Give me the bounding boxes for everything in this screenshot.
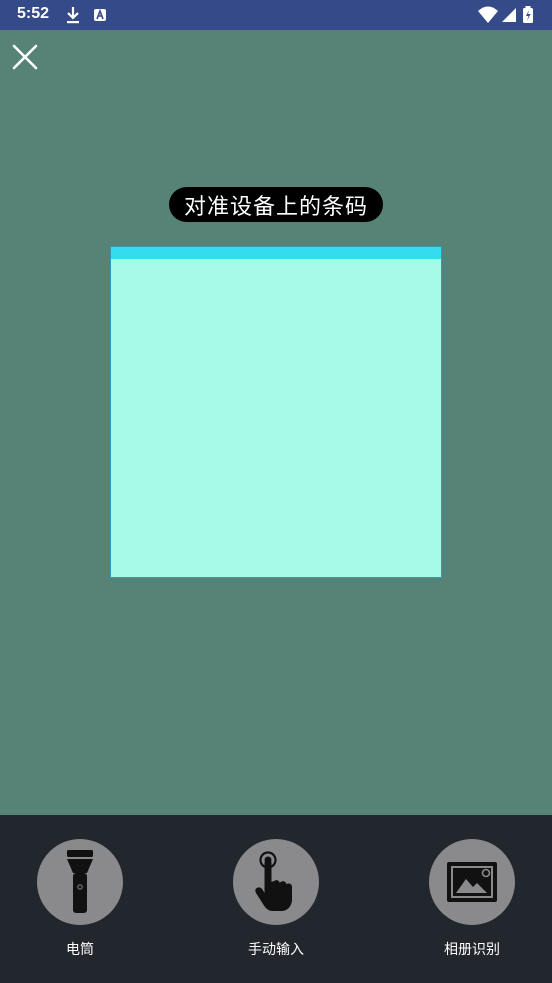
manual-input-circle — [233, 839, 319, 925]
bottom-action-bar: 电筒 手动输入 相册识别 — [0, 815, 552, 983]
close-icon — [12, 44, 38, 70]
a-notification-icon — [94, 8, 106, 21]
scan-hint: 对准设备上的条码 — [169, 187, 383, 222]
manual-input-label: 手动输入 — [248, 942, 304, 958]
album-recognition-button[interactable]: 相册识别 — [412, 839, 532, 959]
battery-charging-icon — [523, 6, 533, 23]
scan-line — [111, 247, 441, 259]
flashlight-icon — [67, 850, 93, 913]
flashlight-label: 电筒 — [66, 942, 94, 958]
touch-hand-icon — [255, 851, 292, 911]
wifi-icon — [478, 6, 498, 23]
scan-hint-text: 对准设备上的条码 — [183, 194, 368, 220]
close-button[interactable] — [8, 40, 42, 74]
status-time: 5:52 — [17, 5, 50, 22]
signal-icon — [502, 8, 516, 22]
scan-area — [110, 246, 442, 578]
flashlight-button[interactable]: 电筒 — [20, 839, 140, 959]
image-icon — [447, 862, 497, 902]
album-recognition-label: 相册识别 — [444, 942, 500, 958]
album-recognition-circle — [429, 839, 515, 925]
flashlight-circle — [37, 839, 123, 925]
status-bar: 5:52 — [0, 0, 552, 30]
manual-input-button[interactable]: 手动输入 — [216, 839, 336, 959]
download-icon — [67, 7, 79, 24]
